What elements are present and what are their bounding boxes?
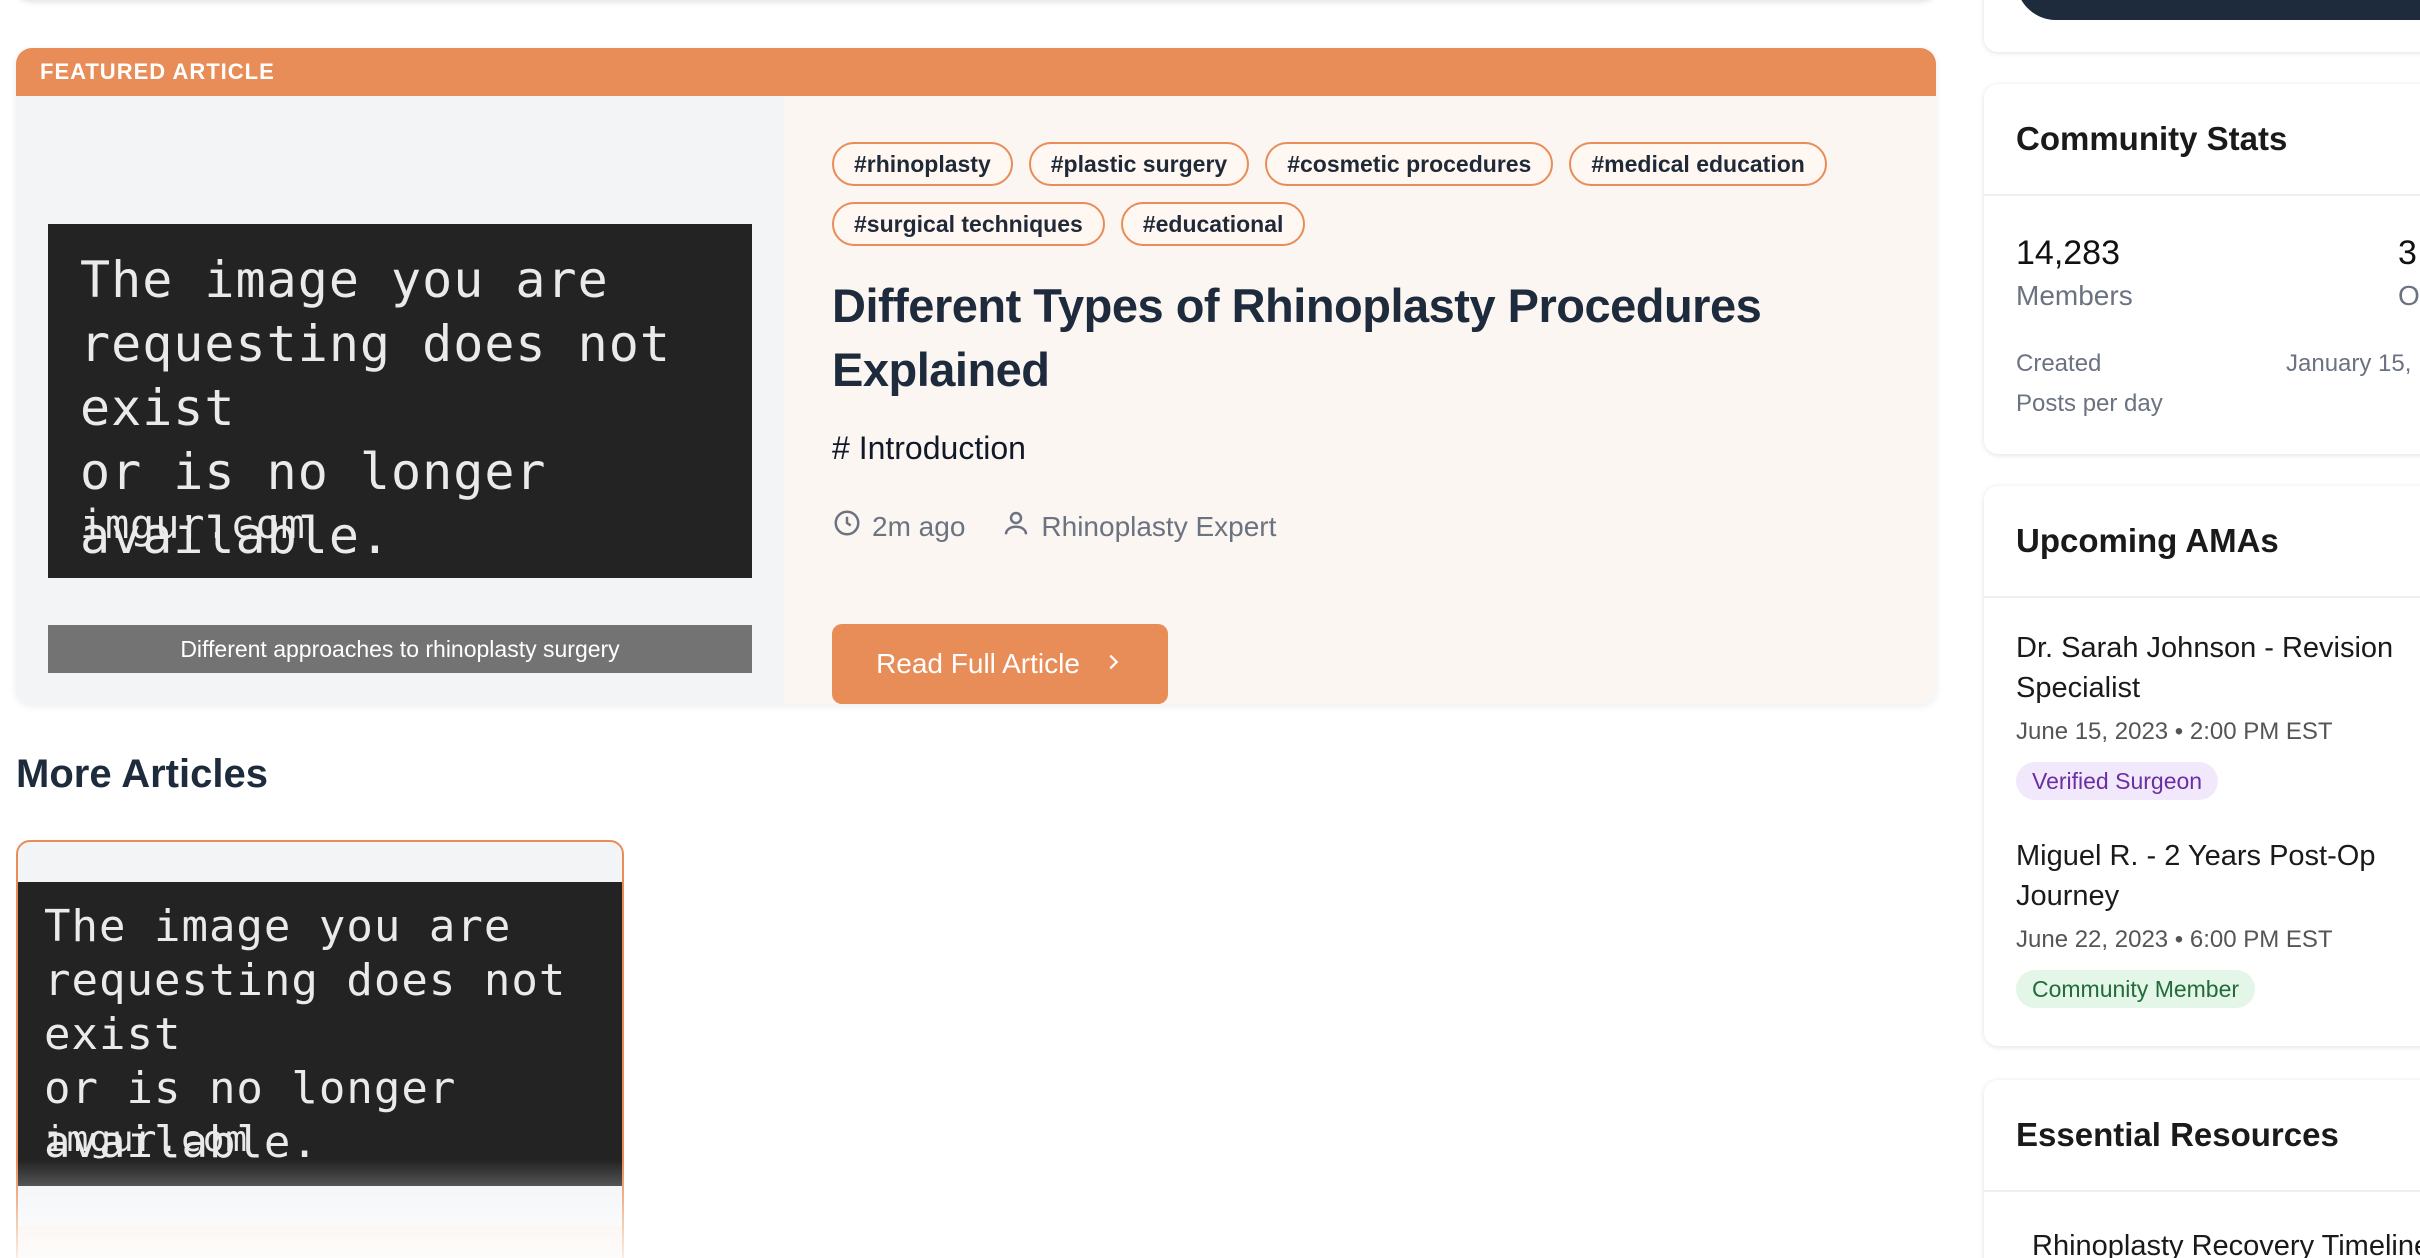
read-full-article-button[interactable]: Read Full Article (832, 624, 1168, 704)
tag-plastic-surgery[interactable]: #plastic surgery (1028, 142, 1250, 186)
article-meta: 2m ago Rhinoplasty Expert (832, 508, 1276, 545)
resource-link[interactable]: Rhinoplasty Recovery Timeline (2032, 1230, 2420, 1258)
chevron-right-icon (1102, 648, 1124, 680)
meta-author[interactable]: Rhinoplasty Expert (1001, 508, 1276, 545)
more-articles-heading: More Articles (16, 752, 268, 796)
tag-educational[interactable]: #educational (1120, 202, 1306, 246)
featured-article-card: FEATURED ARTICLE The image you are reque… (16, 48, 1936, 704)
upcoming-amas-card: Upcoming AMAs Dr. Sarah Johnson - Revisi… (1984, 486, 2420, 1046)
user-icon (1001, 508, 1031, 545)
article-card-footer (18, 1226, 622, 1258)
join-button-edge[interactable] (2016, 0, 2420, 20)
image-source-label: imgur.com (80, 502, 306, 548)
tag-medical-education[interactable]: #medical education (1569, 142, 1827, 186)
featured-body: The image you are requesting does not ex… (16, 96, 1936, 704)
clock-icon (832, 508, 862, 545)
members-label: Members (2016, 280, 2133, 311)
author-text: Rhinoplasty Expert (1041, 510, 1277, 542)
community-stats-card: Community Stats 14,283 Members 3 O Creat… (1984, 84, 2420, 454)
time-text: 2m ago (872, 510, 966, 542)
community-stats-heading: Community Stats (1984, 84, 2420, 196)
ama-date: June 15, 2023 • 2:00 PM EST (2016, 718, 2333, 745)
ama-item[interactable]: Miguel R. - 2 Years Post-Op Journey June… (2016, 836, 2416, 1008)
featured-excerpt: # Introduction (832, 430, 1026, 466)
tag-surgical-techniques[interactable]: #surgical techniques (832, 202, 1105, 246)
online-count: 3 (2398, 234, 2417, 272)
upcoming-amas-heading: Upcoming AMAs (1984, 486, 2420, 598)
page: FEATURED ARTICLE The image you are reque… (0, 0, 2420, 1258)
tag-rhinoplasty[interactable]: #rhinoplasty (832, 142, 1013, 186)
online-label: O (2398, 280, 2420, 311)
image-source-label: imgur.com (44, 1119, 249, 1160)
sidebar-top-card (1984, 0, 2420, 52)
featured-image[interactable]: The image you are requesting does not ex… (48, 224, 752, 578)
article-card[interactable]: The image you are requesting does not ex… (16, 840, 624, 1258)
ama-name: Dr. Sarah Johnson - Revision Specialist (2016, 632, 2394, 704)
community-member-badge: Community Member (2016, 970, 2256, 1008)
article-card-image[interactable]: The image you are requesting does not ex… (18, 882, 622, 1186)
ama-name: Miguel R. - 2 Years Post-Op Journey (2016, 840, 2376, 912)
verified-surgeon-badge: Verified Surgeon (2016, 762, 2219, 800)
posts-per-day-label: Posts per day (2016, 390, 2163, 417)
ama-date: June 22, 2023 • 6:00 PM EST (2016, 926, 2333, 953)
featured-banner: FEATURED ARTICLE (16, 48, 1936, 96)
tag-list: #rhinoplasty #plastic surgery #cosmetic … (832, 142, 1832, 246)
created-label: Created (2016, 350, 2102, 377)
created-value: January 15, (2286, 350, 2412, 377)
featured-media: The image you are requesting does not ex… (16, 96, 784, 704)
tag-cosmetic-procedures[interactable]: #cosmetic procedures (1265, 142, 1554, 186)
image-caption: Different approaches to rhinoplasty surg… (48, 625, 752, 673)
members-count: 14,283 (2016, 234, 2120, 272)
featured-title[interactable]: Different Types of Rhinoplasty Procedure… (832, 274, 1832, 402)
ama-item[interactable]: Dr. Sarah Johnson - Revision Specialist … (2016, 628, 2416, 800)
essential-resources-card: Essential Resources Rhinoplasty Recovery… (1984, 1080, 2420, 1258)
essential-resources-heading: Essential Resources (1984, 1080, 2420, 1192)
meta-time: 2m ago (832, 508, 965, 545)
read-button-label: Read Full Article (876, 648, 1080, 679)
